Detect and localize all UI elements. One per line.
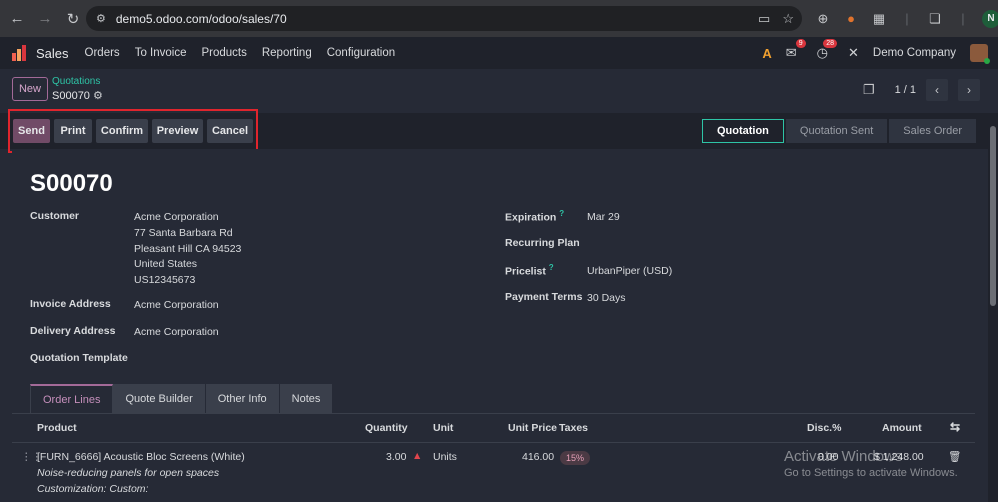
col-disc[interactable]: Disc.% xyxy=(807,422,841,434)
menu-reporting[interactable]: Reporting xyxy=(262,47,312,59)
scrollbar-thumb[interactable] xyxy=(990,126,996,306)
line-quantity[interactable]: 3.00 xyxy=(386,451,406,463)
menu-to-invoice[interactable]: To Invoice xyxy=(135,47,187,59)
pricelist-value[interactable]: UrbanPiper (USD) xyxy=(587,265,672,277)
pager-next-icon[interactable]: › xyxy=(958,79,980,101)
gear-icon[interactable]: ⚙ xyxy=(93,90,103,102)
forecast-chart-icon[interactable]: ▲ xyxy=(412,450,422,462)
back-icon[interactable]: ← xyxy=(4,6,30,32)
record-name-text: S00070 xyxy=(52,90,90,102)
pricelist-help-icon[interactable]: ? xyxy=(549,263,554,272)
customer-label: Customer xyxy=(30,210,80,222)
line-product[interactable]: [FURN_6666] Acoustic Bloc Screens (White… xyxy=(37,451,245,463)
pricelist-label: Pricelist ? xyxy=(505,263,554,278)
company-switcher[interactable]: Demo Company xyxy=(873,47,956,59)
col-product[interactable]: Product xyxy=(37,422,77,434)
menu-products[interactable]: Products xyxy=(201,47,246,59)
expiration-value[interactable]: Mar 29 xyxy=(587,211,620,223)
odoo-navbar: Sales Orders To Invoice Products Reporti… xyxy=(0,37,998,69)
messages-icon[interactable]: ✉ 9 xyxy=(786,39,806,61)
activation-watermark-title: Activate Windows xyxy=(784,448,903,465)
col-quantity[interactable]: Quantity xyxy=(365,422,408,434)
ai-icon[interactable]: A xyxy=(762,46,771,61)
col-unit-price[interactable]: Unit Price xyxy=(508,422,557,434)
extension-plus-icon[interactable]: ⊕ xyxy=(814,10,832,28)
breadcrumb-current-record: S00070 ⚙ xyxy=(52,89,103,102)
notebook-tabs: Order Lines Quote Builder Other Info Not… xyxy=(30,384,334,414)
optional-columns-icon[interactable]: ⇆ xyxy=(950,420,960,434)
record-title: S00070 xyxy=(30,170,113,197)
app-name[interactable]: Sales xyxy=(36,46,69,61)
expiration-label: Expiration ? xyxy=(505,209,564,224)
divider-2: | xyxy=(961,11,965,26)
new-button[interactable]: New xyxy=(12,77,48,101)
status-quotation-sent[interactable]: Quotation Sent xyxy=(785,119,888,143)
sales-app-icon[interactable] xyxy=(12,45,28,61)
customer-street: 77 Santa Barbara Rd xyxy=(134,227,233,239)
extensions-area: ⊕ ● ▦ | ❏ | N ⋮ xyxy=(814,6,998,31)
forward-icon[interactable]: → xyxy=(32,6,58,32)
extension-color-icon[interactable]: ● xyxy=(842,10,860,28)
profile-avatar[interactable]: N xyxy=(982,9,998,28)
tab-notes[interactable]: Notes xyxy=(279,384,334,414)
statusbar: Quotation Quotation Sent Sales Order xyxy=(700,119,976,143)
menu-orders[interactable]: Orders xyxy=(85,47,120,59)
site-info-icon[interactable]: ⚙ xyxy=(96,12,106,25)
control-panel: New Quotations S00070 ⚙ ❐ 1 / 1 ‹ › xyxy=(0,69,998,113)
delivery-address-value[interactable]: Acme Corporation xyxy=(134,326,219,338)
reload-icon[interactable]: ↻ xyxy=(60,6,86,32)
col-unit[interactable]: Unit xyxy=(433,422,453,434)
quotation-template-label: Quotation Template xyxy=(30,352,128,364)
invoice-address-value[interactable]: Acme Corporation xyxy=(134,299,219,311)
col-amount[interactable]: Amount xyxy=(882,422,922,434)
documents-icon[interactable]: ❐ xyxy=(863,82,875,98)
delivery-address-label: Delivery Address xyxy=(30,325,116,337)
menu-configuration[interactable]: Configuration xyxy=(327,47,395,59)
col-taxes[interactable]: Taxes xyxy=(559,422,588,434)
tabs-divider xyxy=(12,413,975,414)
customer-country: United States xyxy=(134,258,198,270)
tab-other-info[interactable]: Other Info xyxy=(205,384,280,414)
pager-value[interactable]: 1 / 1 xyxy=(895,84,916,96)
bookmark-star-icon[interactable]: ☆ xyxy=(782,11,794,27)
breadcrumb-quotations[interactable]: Quotations xyxy=(52,76,100,87)
tab-order-lines[interactable]: Order Lines xyxy=(30,384,114,414)
line-description[interactable]: Noise-reducing panels for open spaces xyxy=(37,467,219,479)
line-customization[interactable]: Customization: Custom: xyxy=(37,483,148,495)
customer-name[interactable]: Acme Corporation xyxy=(134,211,219,223)
messages-badge: 9 xyxy=(795,39,806,48)
invoice-address-label: Invoice Address xyxy=(30,298,111,310)
browser-toolbar: ← → ↻ ⚙ demo5.odoo.com/odoo/sales/70 ▭ ☆… xyxy=(0,0,998,37)
activities-badge: 28 xyxy=(823,39,837,48)
line-unit[interactable]: Units xyxy=(433,451,457,463)
user-avatar[interactable] xyxy=(970,44,990,64)
highlight-annotation xyxy=(8,109,258,153)
url-text: demo5.odoo.com/odoo/sales/70 xyxy=(115,11,287,26)
header-separator xyxy=(12,442,975,443)
recurring-plan-label: Recurring Plan xyxy=(505,237,580,249)
status-sales-order[interactable]: Sales Order xyxy=(889,119,976,143)
extensions-puzzle-icon[interactable]: ▦ xyxy=(870,10,888,28)
customer-vat: US12345673 xyxy=(134,274,196,286)
install-app-icon[interactable]: ▭ xyxy=(758,11,770,27)
status-quotation[interactable]: Quotation xyxy=(701,119,784,143)
address-bar[interactable]: ⚙ demo5.odoo.com/odoo/sales/70 ▭ ☆ xyxy=(86,6,802,31)
delete-line-icon[interactable]: 🗑 xyxy=(948,450,961,463)
pricelist-label-text: Pricelist xyxy=(505,265,546,278)
screen-share-icon[interactable]: ❏ xyxy=(926,10,944,28)
divider: | xyxy=(905,11,909,26)
activities-icon[interactable]: ◷ 28 xyxy=(817,39,837,61)
line-tax-badge[interactable]: 15% xyxy=(560,451,591,465)
payment-terms-label: Payment Terms xyxy=(505,291,583,303)
pager: ❐ 1 / 1 ‹ › xyxy=(863,79,980,101)
expiration-label-text: Expiration xyxy=(505,211,557,224)
activation-watermark-subtitle: Go to Settings to activate Windows. xyxy=(784,467,958,479)
line-unit-price[interactable]: 416.00 xyxy=(522,451,554,463)
tab-quote-builder[interactable]: Quote Builder xyxy=(113,384,206,414)
payment-terms-value[interactable]: 30 Days xyxy=(587,292,626,304)
customer-city: Pleasant Hill CA 94523 xyxy=(134,243,242,255)
tools-icon[interactable]: ✕ xyxy=(848,45,859,61)
pager-previous-icon[interactable]: ‹ xyxy=(926,79,948,101)
expiration-help-icon[interactable]: ? xyxy=(559,209,564,218)
